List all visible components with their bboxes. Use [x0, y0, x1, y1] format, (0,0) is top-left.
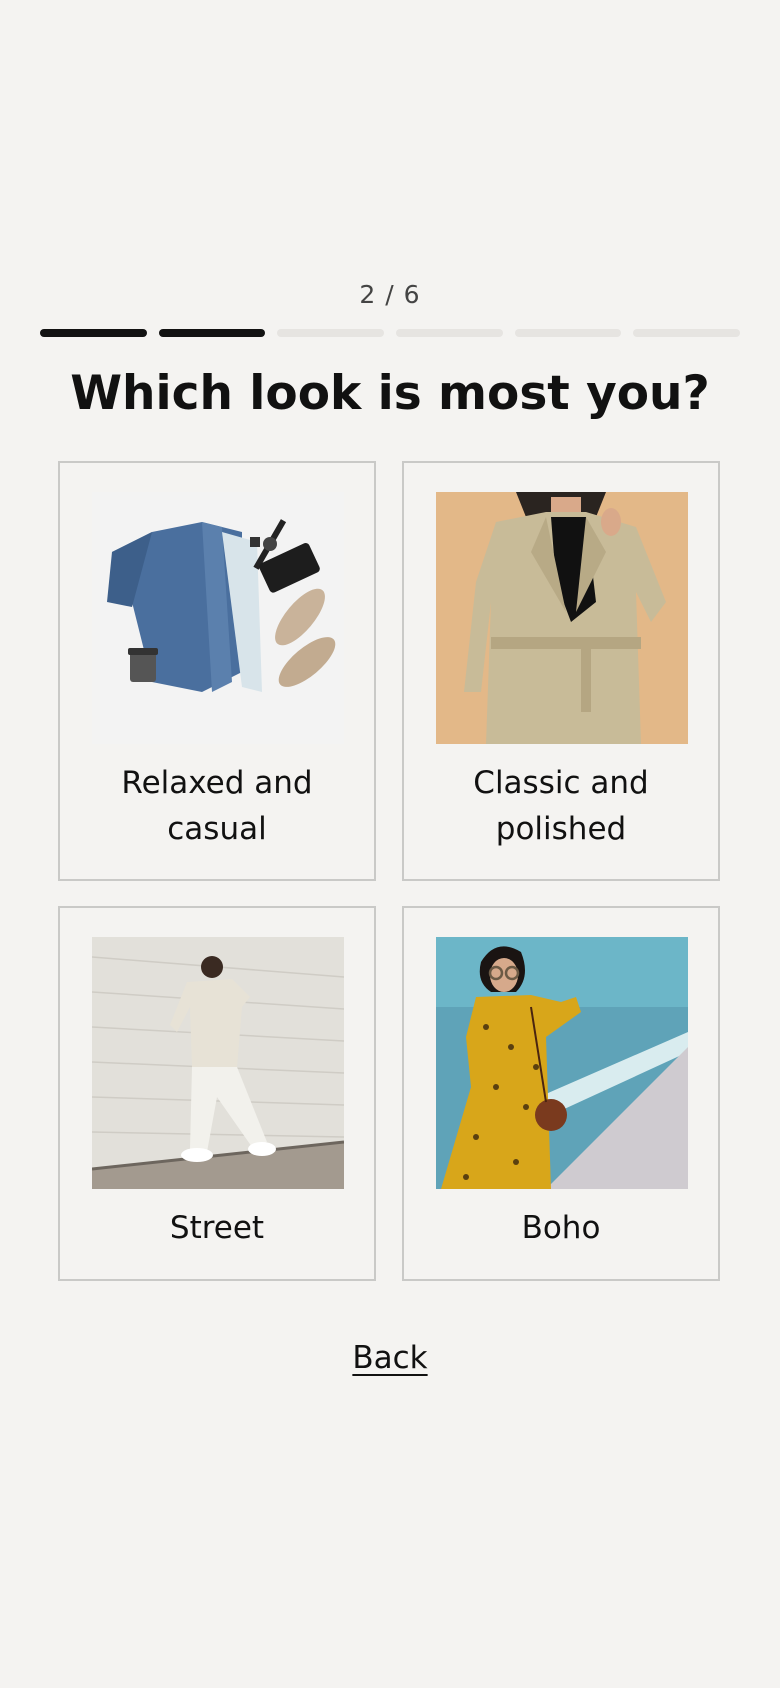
progress-segment [277, 329, 385, 337]
progress-segment [158, 329, 266, 337]
back-link[interactable]: Back [352, 1340, 427, 1376]
option-card-street[interactable]: Street [58, 906, 376, 1281]
option-label: Boho [521, 1210, 601, 1246]
option-card-classic-polished[interactable]: Classic and polished [402, 461, 720, 881]
question-title: Which look is most you? [70, 366, 710, 421]
progress-bar [40, 329, 741, 337]
boho-beach-image [436, 937, 688, 1189]
trench-coat-image [436, 492, 688, 744]
option-label: Street [169, 1210, 265, 1246]
denim-flatlay-image [92, 492, 344, 744]
progress-segment [633, 329, 741, 337]
option-label: Relaxed and casual [121, 765, 313, 847]
progress-segment [514, 329, 622, 337]
back-link-row: Back [0, 1340, 780, 1376]
progress-segment [40, 329, 147, 337]
step-counter: 2 / 6 [359, 280, 421, 309]
option-card-relaxed-casual[interactable]: Relaxed and casual [58, 461, 376, 881]
option-card-boho[interactable]: Boho [402, 906, 720, 1281]
progress-segment [396, 329, 503, 337]
option-label: Classic and polished [473, 765, 649, 847]
streetwear-image [92, 937, 344, 1189]
